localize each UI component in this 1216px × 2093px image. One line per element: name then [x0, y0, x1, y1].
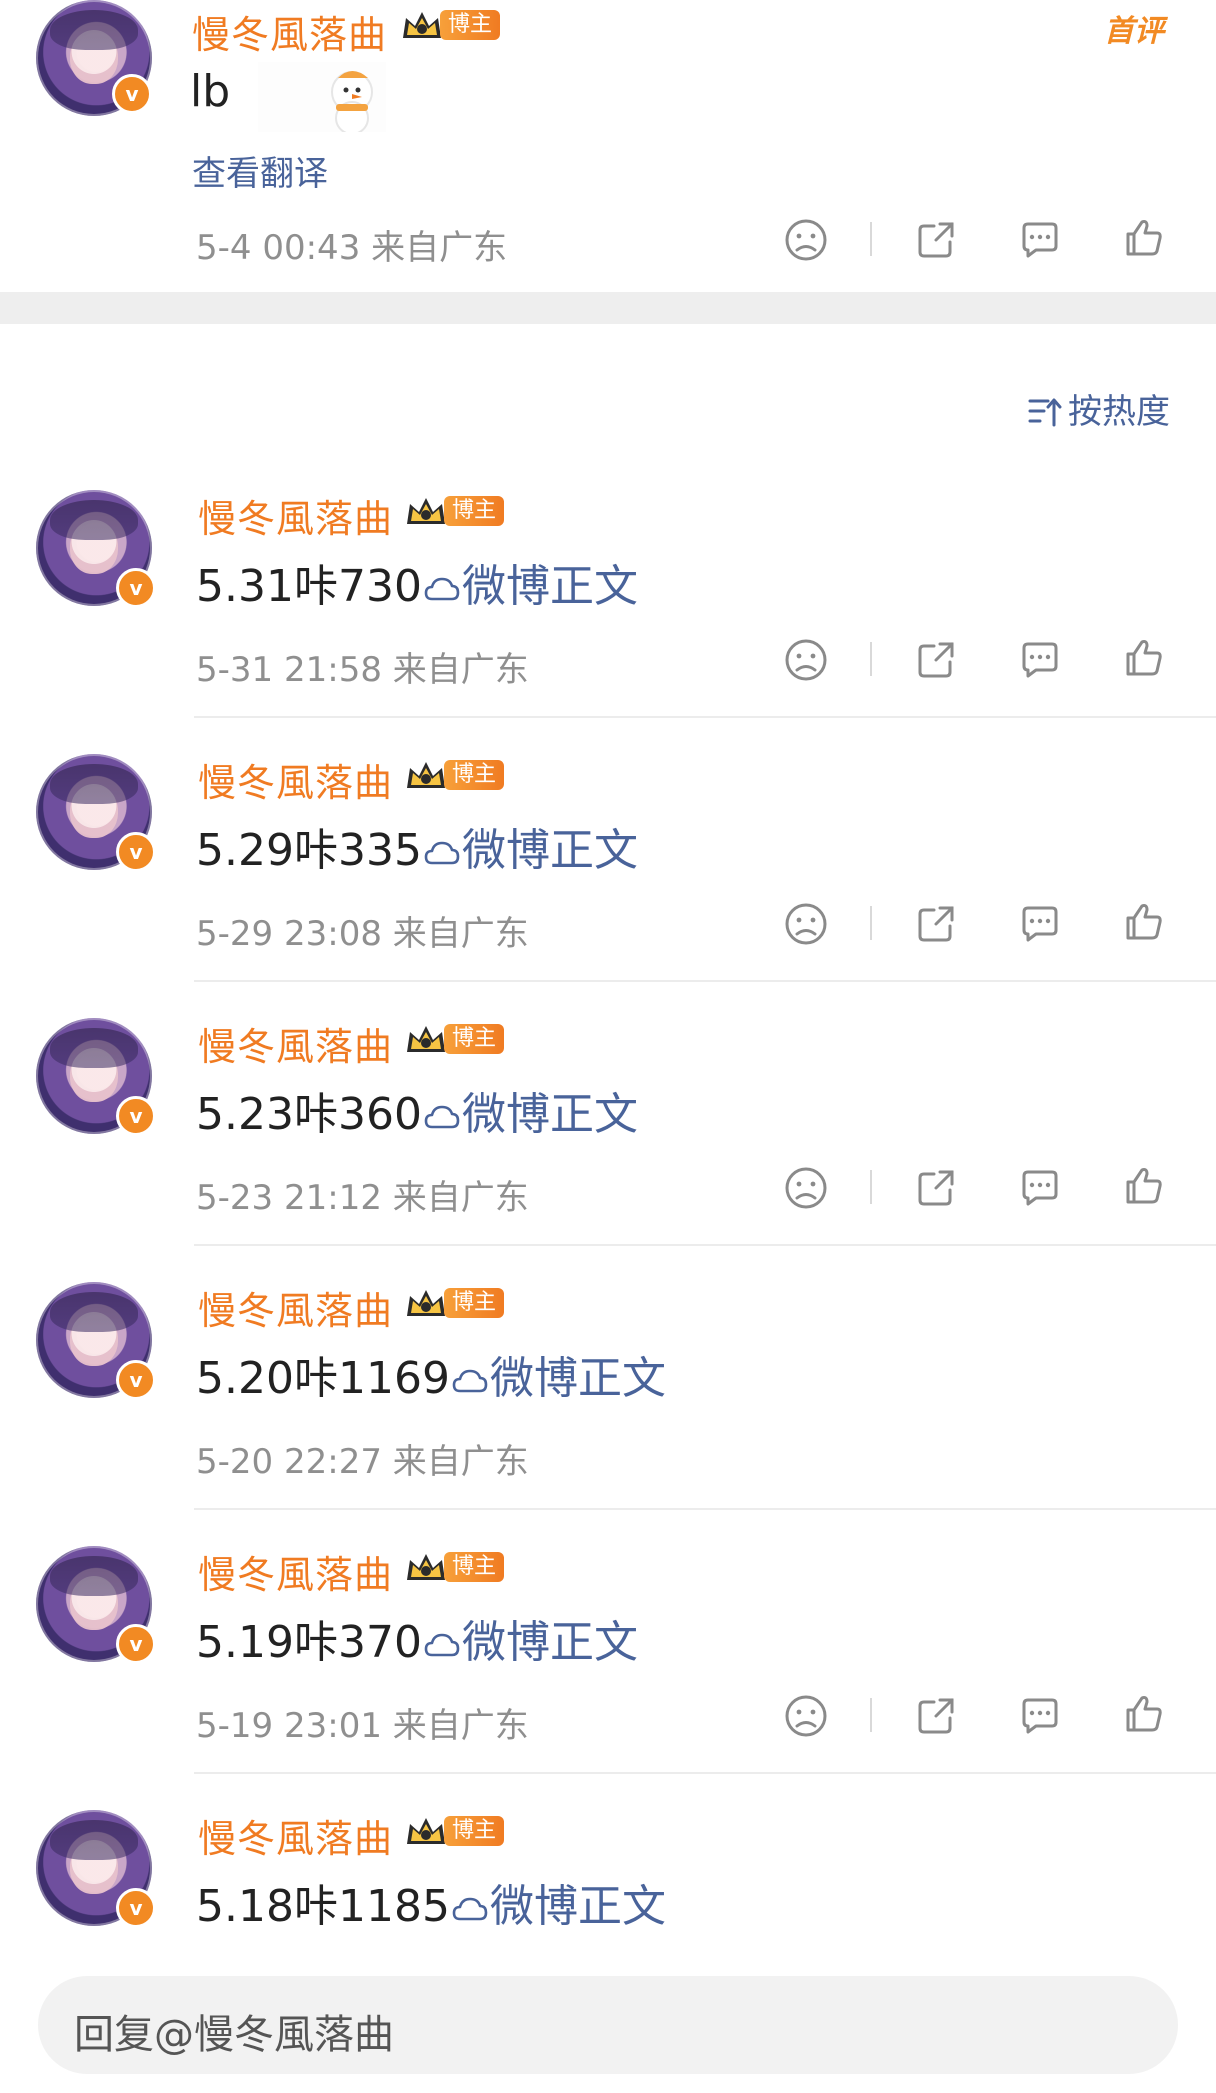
- reply-divider: [194, 1508, 1216, 1510]
- blogger-tag: 博主: [444, 760, 505, 790]
- dislike-icon[interactable]: [784, 902, 828, 946]
- share-icon[interactable]: [914, 638, 958, 682]
- comment-icon[interactable]: [1018, 1166, 1062, 1210]
- blogger-tag: 博主: [444, 1816, 505, 1846]
- like-icon[interactable]: [1122, 636, 1166, 680]
- reply-meta: 5-29 23:08 来自广东: [196, 914, 529, 954]
- comment-text: lb: [190, 66, 231, 117]
- dislike-icon[interactable]: [784, 1166, 828, 1210]
- action-separator: [870, 642, 872, 676]
- snowman-sticker-icon: [258, 62, 386, 132]
- username[interactable]: 慢冬風落曲: [198, 1016, 393, 1071]
- verified-badge-icon: v: [112, 74, 152, 114]
- reply-text: 5.31咔730 微博正文: [196, 550, 638, 614]
- sort-icon: [1028, 398, 1062, 427]
- weibo-cloud-icon: [424, 841, 460, 865]
- verified-badge-icon: v: [116, 1096, 156, 1136]
- reply-content: 5.19咔370: [196, 1617, 422, 1668]
- weibo-cloud-icon: [452, 1369, 488, 1393]
- verified-badge-icon: v: [116, 568, 156, 608]
- reply-input[interactable]: 回复@慢冬風落曲: [38, 1976, 1178, 2074]
- comment-icon[interactable]: [1018, 638, 1062, 682]
- reply-content: 5.29咔335: [196, 825, 422, 876]
- like-icon[interactable]: [1122, 1164, 1166, 1208]
- reply-text: 5.19咔370 微博正文: [196, 1606, 638, 1670]
- weibo-post-link[interactable]: 微博正文: [490, 1353, 666, 1404]
- username[interactable]: 慢冬風落曲: [198, 488, 393, 543]
- crown-icon: [407, 1554, 445, 1580]
- reply-meta: 5-20 22:27 来自广东: [196, 1442, 529, 1482]
- reply-content: 5.20咔1169: [196, 1353, 450, 1404]
- blogger-tag: 博主: [444, 1024, 505, 1054]
- dislike-icon[interactable]: [784, 1694, 828, 1738]
- blogger-tag: 博主: [444, 496, 505, 526]
- weibo-post-link[interactable]: 微博正文: [462, 1617, 638, 1668]
- weibo-cloud-icon: [424, 1633, 460, 1657]
- reply-content: 5.23咔360: [196, 1089, 422, 1140]
- username[interactable]: 慢冬風落曲: [198, 1808, 393, 1863]
- crown-icon: [407, 1290, 445, 1316]
- comment-icon[interactable]: [1018, 902, 1062, 946]
- translate-link[interactable]: 查看翻译: [192, 146, 328, 195]
- share-icon[interactable]: [914, 1694, 958, 1738]
- reply-meta: 5-31 21:58 来自广东: [196, 650, 529, 690]
- weibo-post-link[interactable]: 微博正文: [490, 1881, 666, 1932]
- reply-divider: [194, 1244, 1216, 1246]
- dislike-icon[interactable]: [784, 218, 828, 262]
- weibo-cloud-icon: [424, 1105, 460, 1129]
- share-icon[interactable]: [914, 902, 958, 946]
- share-icon[interactable]: [914, 218, 958, 262]
- username[interactable]: 慢冬風落曲: [198, 1544, 393, 1599]
- reply-divider: [194, 716, 1216, 718]
- username[interactable]: 慢冬風落曲: [198, 1280, 393, 1335]
- blogger-tag: 博主: [440, 10, 501, 40]
- crown-icon: [407, 762, 445, 788]
- verified-badge-icon: v: [116, 1624, 156, 1664]
- reply-meta: 5-23 21:12 来自广东: [196, 1178, 529, 1218]
- verified-badge-icon: v: [116, 832, 156, 872]
- comment-icon[interactable]: [1018, 218, 1062, 262]
- reply-meta: 5-19 23:01 来自广东: [196, 1706, 529, 1746]
- weibo-cloud-icon: [452, 1897, 488, 1921]
- reply-text: 5.29咔335 微博正文: [196, 814, 638, 878]
- crown-icon: [407, 1026, 445, 1052]
- like-icon[interactable]: [1122, 1692, 1166, 1736]
- like-icon[interactable]: [1122, 900, 1166, 944]
- blogger-tag: 博主: [444, 1288, 505, 1318]
- username[interactable]: 慢冬風落曲: [198, 752, 393, 807]
- comment-meta: 5-4 00:43 来自广东: [196, 228, 508, 268]
- reply-text: 5.20咔1169 微博正文: [196, 1342, 666, 1406]
- action-separator: [870, 1698, 872, 1732]
- section-gap: [0, 292, 1216, 324]
- weibo-post-link[interactable]: 微博正文: [462, 561, 638, 612]
- action-separator: [870, 222, 872, 256]
- crown-icon: [403, 12, 441, 38]
- comment-icon[interactable]: [1018, 1694, 1062, 1738]
- crown-icon: [407, 1818, 445, 1844]
- action-separator: [870, 1170, 872, 1204]
- reply-content: 5.18咔1185: [196, 1881, 450, 1932]
- weibo-cloud-icon: [424, 577, 460, 601]
- reply-text: 5.18咔1185 微博正文: [196, 1870, 666, 1934]
- reply-divider: [194, 980, 1216, 982]
- sort-label: 按热度: [1068, 392, 1170, 432]
- reply-divider: [194, 1772, 1216, 1774]
- verified-badge-icon: v: [116, 1888, 156, 1928]
- crown-icon: [407, 498, 445, 524]
- weibo-post-link[interactable]: 微博正文: [462, 1089, 638, 1140]
- blogger-tag: 博主: [444, 1552, 505, 1582]
- reply-content: 5.31咔730: [196, 561, 422, 612]
- reply-placeholder: 回复@慢冬風落曲: [74, 2012, 394, 2058]
- first-comment-badge: 首评: [1104, 14, 1164, 49]
- share-icon[interactable]: [914, 1166, 958, 1210]
- username[interactable]: 慢冬風落曲: [192, 4, 387, 59]
- weibo-post-link[interactable]: 微博正文: [462, 825, 638, 876]
- action-separator: [870, 906, 872, 940]
- reply-text: 5.23咔360 微博正文: [196, 1078, 638, 1142]
- like-icon[interactable]: [1122, 216, 1166, 260]
- sort-by-hot-button[interactable]: 按热度: [1028, 384, 1170, 433]
- dislike-icon[interactable]: [784, 638, 828, 682]
- verified-badge-icon: v: [116, 1360, 156, 1400]
